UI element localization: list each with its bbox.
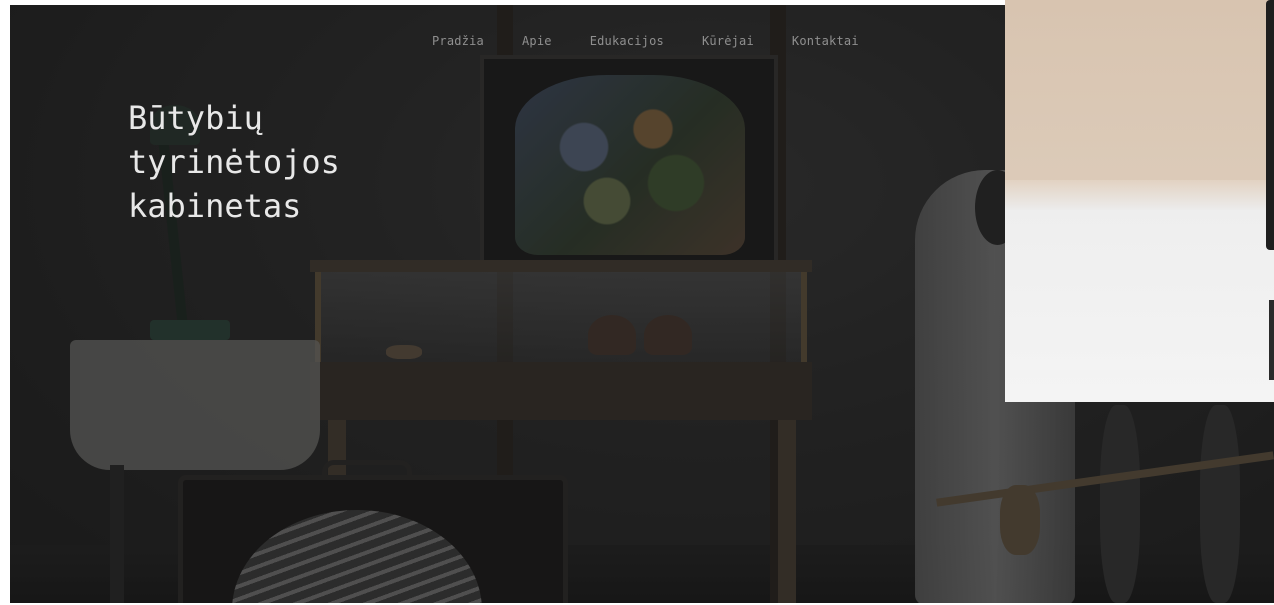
nav-item-pradzia[interactable]: Pradžia xyxy=(432,34,484,48)
page-title-line-3: kabinetas xyxy=(128,187,302,225)
nav-item-apie[interactable]: Apie xyxy=(522,34,552,48)
side-photo-wall xyxy=(1005,180,1274,210)
side-photo-edge-lower xyxy=(1269,300,1274,380)
nav-item-kurejai[interactable]: Kūrėjai xyxy=(702,34,754,48)
page-title: Būtybių tyrinėtojos kabinetas xyxy=(128,96,340,228)
page-title-line-1: Būtybių xyxy=(128,99,263,137)
page-title-line-2: tyrinėtojos xyxy=(128,143,340,181)
nav-item-kontaktai[interactable]: Kontaktai xyxy=(792,34,859,48)
side-photo xyxy=(1005,0,1274,402)
nav-item-edukacijos[interactable]: Edukacijos xyxy=(590,34,664,48)
side-photo-edge xyxy=(1266,0,1274,250)
main-nav: Pradžia Apie Edukacijos Kūrėjai Kontakta… xyxy=(432,34,859,48)
